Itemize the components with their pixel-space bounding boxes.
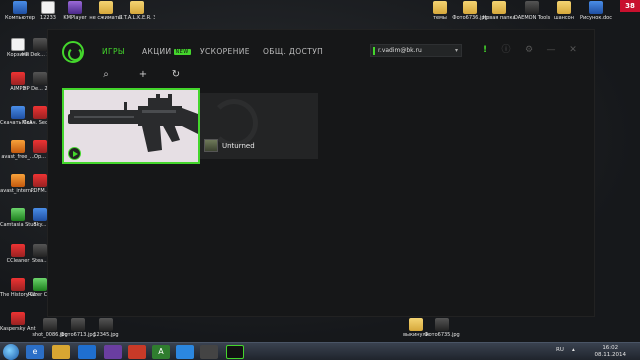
image-file-icon	[71, 318, 85, 331]
razer-cortex-window: ИГРЫ АКЦИИ NEW УСКОРЕНИЕ ОБЩ. ДОСТУП r.va…	[48, 30, 594, 316]
hp-icon	[33, 72, 47, 85]
folder-icon	[409, 318, 423, 331]
kmplayer-taskbar-icon[interactable]	[104, 345, 122, 359]
tab-boost[interactable]: УСКОРЕНИЕ	[200, 47, 250, 56]
camtasia-taskbar-icon[interactable]: A	[152, 345, 170, 359]
file-icon	[41, 1, 55, 14]
tray-arrow-icon[interactable]: ▴	[572, 347, 575, 353]
steam-icon	[33, 244, 47, 257]
clock[interactable]: 16:02 08.11.2014	[595, 345, 627, 359]
image-file-icon	[99, 318, 113, 331]
alert-icon[interactable]: !	[479, 44, 491, 56]
image-file-icon	[435, 318, 449, 331]
skype-icon	[33, 208, 47, 221]
razer-icon	[33, 278, 47, 291]
pdf-icon	[33, 174, 47, 187]
info-icon[interactable]: ⓘ	[500, 44, 512, 56]
gear-icon[interactable]: ⚙	[523, 44, 535, 56]
clock-date: 08.11.2014	[594, 352, 627, 358]
tab-deals[interactable]: АКЦИИ NEW	[142, 47, 191, 56]
image-file-icon	[43, 318, 57, 331]
start-button[interactable]	[3, 344, 19, 360]
skype-taskbar-icon[interactable]	[176, 345, 194, 359]
folder-icon	[557, 1, 571, 14]
account-dropdown[interactable]: r.vadim@bk.ru ▾	[370, 44, 462, 57]
folder-icon	[492, 1, 506, 14]
razer-cortex-taskbar-icon[interactable]	[226, 345, 244, 359]
refresh-icon[interactable]: ↻	[170, 69, 182, 81]
play-icon[interactable]	[68, 147, 81, 160]
online-status-indicator	[373, 47, 375, 55]
taskbar: e A RU ▴ 16:02 08.11.2014	[0, 342, 640, 360]
desktop-icon-photo6735[interactable]: Фото6735.jpg	[424, 318, 460, 338]
desktop-icon-stalker[interactable]: S.T.A.L.K.E.R. Зов При...	[119, 1, 155, 21]
kaspersky-icon	[11, 312, 25, 325]
minimize-button[interactable]: —	[545, 44, 557, 56]
tab-games[interactable]: ИГРЫ	[102, 47, 125, 56]
image-file-icon	[463, 1, 477, 14]
folder-icon	[99, 1, 113, 14]
game-title: Unturned	[222, 142, 255, 150]
add-game-button[interactable]: +	[137, 69, 149, 81]
unturned-thumbnail	[204, 139, 218, 152]
desktop-icon-12345[interactable]: 12345.jpg	[88, 318, 124, 338]
desktop-icon-kaspersky[interactable]: Kaspersky Anti-Virus	[0, 312, 36, 332]
clock-time: 16:02	[602, 345, 619, 351]
kmplayer-icon	[68, 1, 82, 14]
ie-icon[interactable]: e	[26, 345, 44, 359]
language-indicator[interactable]: RU	[556, 347, 564, 353]
tab-share[interactable]: ОБЩ. ДОСТУП	[263, 47, 323, 56]
folder-icon	[433, 1, 447, 14]
game-tile-featured[interactable]	[62, 88, 200, 164]
mcafee-icon	[33, 106, 47, 119]
steam-taskbar-icon[interactable]	[200, 345, 218, 359]
chevron-down-icon: ▾	[454, 47, 458, 54]
desktop-icon-daemon-tools[interactable]: DAEMON Tools Lite	[514, 1, 550, 21]
media-player-icon[interactable]	[78, 345, 96, 359]
razer-logo-icon[interactable]	[62, 41, 84, 63]
close-icon[interactable]: ✕	[567, 44, 579, 56]
daemon-tools-icon	[525, 1, 539, 14]
opera-icon	[33, 140, 47, 153]
word-document-icon	[589, 1, 603, 14]
hp-icon	[33, 38, 47, 51]
desktop-icon-new-folder[interactable]: Новая папка	[481, 1, 517, 21]
game-tile-unturned[interactable]: Unturned	[200, 93, 318, 159]
computer-icon	[13, 1, 27, 14]
new-badge: NEW	[173, 49, 191, 55]
opera-taskbar-icon[interactable]	[128, 345, 146, 359]
account-email: r.vadim@bk.ru	[378, 47, 422, 54]
rifle-artwork	[64, 90, 198, 162]
desktop-icon-risunok-doc[interactable]: Рисунок.doc	[578, 1, 614, 21]
search-icon[interactable]: ⌕	[100, 69, 112, 81]
folder-icon	[130, 1, 144, 14]
corner-badge: 38	[620, 0, 640, 12]
desktop-icon-shanson[interactable]: шансон	[546, 1, 582, 21]
explorer-icon[interactable]	[52, 345, 70, 359]
